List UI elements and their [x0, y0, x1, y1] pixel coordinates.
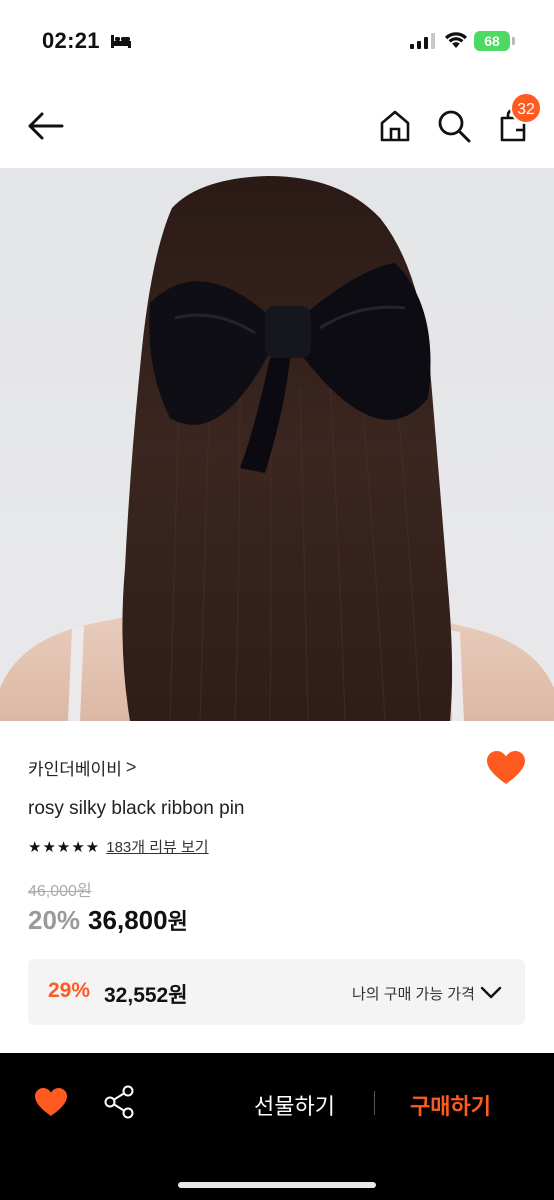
- battery-cap: [512, 37, 515, 45]
- heart-icon[interactable]: [34, 1087, 68, 1117]
- product-photo-illustration: [0, 168, 554, 721]
- currency-unit: 원: [167, 909, 188, 934]
- product-image[interactable]: [0, 168, 554, 721]
- my-price-label: 나의 구매 가능 가격: [352, 986, 475, 1003]
- review-link[interactable]: 183개 리뷰 보기: [106, 836, 208, 857]
- discount-rate: 20%: [28, 905, 81, 935]
- price-row: 20% 36,800원: [28, 904, 188, 936]
- bottom-action-bar: 선물하기 구매하기: [0, 1053, 554, 1200]
- star-rating: ★★★★★: [28, 838, 101, 856]
- brand-name: 카인더베이비: [28, 760, 122, 779]
- wishlist-heart-icon[interactable]: [486, 750, 526, 786]
- home-indicator: [178, 1182, 376, 1188]
- buy-button[interactable]: 구매하기: [410, 1089, 491, 1121]
- product-name: rosy silky black ribbon pin: [28, 798, 245, 819]
- chevron-down-icon: [480, 986, 502, 999]
- status-bar: 02:21 68: [0, 0, 554, 84]
- my-price-dropdown[interactable]: 29% 32,552원 나의 구매 가능 가격: [28, 959, 525, 1025]
- search-icon[interactable]: [436, 108, 472, 144]
- brand-link[interactable]: 카인더베이비 >: [28, 755, 136, 780]
- home-icon[interactable]: [378, 108, 412, 144]
- battery-level: 68: [474, 31, 510, 51]
- wifi-icon: [445, 32, 467, 48]
- original-price: 46,000원: [28, 883, 92, 900]
- gift-button[interactable]: 선물하기: [254, 1089, 335, 1121]
- my-discount-rate: 29%: [48, 979, 91, 1002]
- cart-count-badge: 32: [510, 92, 542, 124]
- sale-price: 36,800: [88, 905, 168, 935]
- status-time: 02:21: [42, 28, 100, 53]
- rating-row: ★★★★★ 183개 리뷰 보기: [28, 836, 209, 857]
- my-price-value: 32,552원: [104, 984, 188, 1007]
- back-arrow-icon[interactable]: [26, 108, 66, 144]
- share-icon[interactable]: [104, 1085, 134, 1119]
- sleep-focus-icon: [111, 35, 131, 48]
- divider: [374, 1091, 375, 1115]
- chevron-right-icon: >: [125, 757, 137, 777]
- cellular-signal-icon: [410, 33, 435, 49]
